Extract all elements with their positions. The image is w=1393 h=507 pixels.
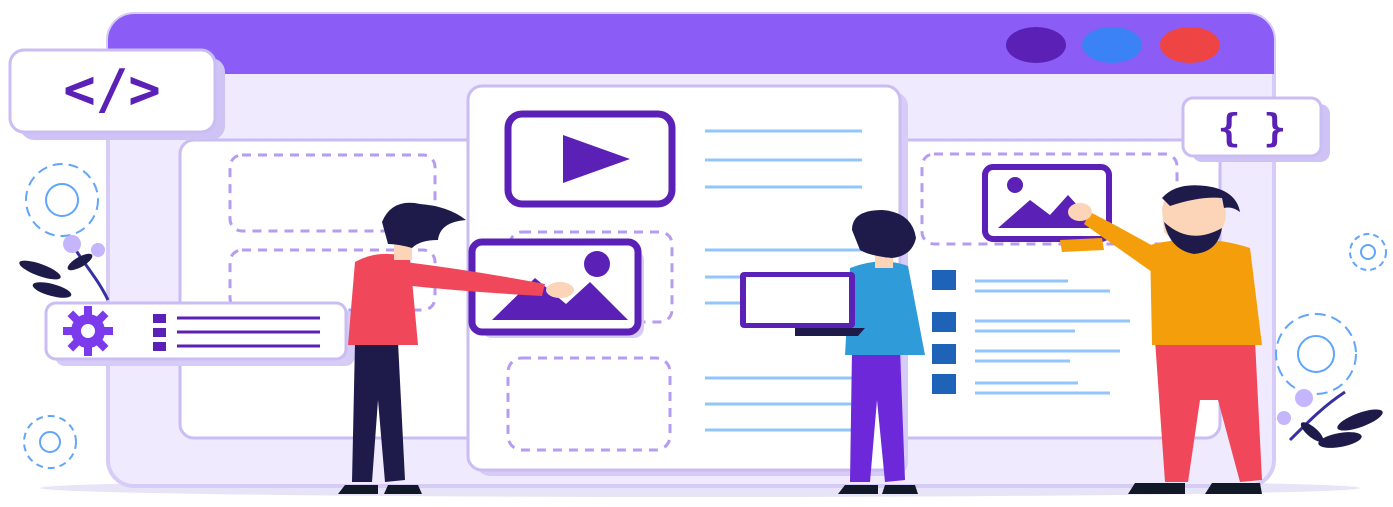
- braces-text: { }: [1218, 106, 1287, 150]
- window-dot-red: [1160, 27, 1220, 63]
- plant-left: [19, 235, 110, 301]
- gear-outline-icon: [1349, 233, 1387, 271]
- gear-outline-icon: [1275, 313, 1357, 395]
- web-design-illustration: </> { }: [8, 12, 1387, 497]
- braces-card: { }: [1181, 96, 1330, 162]
- gear-outline-icon: [25, 163, 99, 237]
- laptop: [740, 272, 865, 336]
- code-tag-card: </>: [8, 48, 225, 140]
- window-dot-blue: [1082, 27, 1142, 63]
- gear-outline-icon: [23, 415, 77, 469]
- plant-right: [1277, 389, 1383, 448]
- window-dot-purple: [1006, 27, 1066, 63]
- code-tag-text: </>: [63, 58, 161, 121]
- settings-card: [44, 301, 355, 366]
- gear-icon: [63, 306, 113, 356]
